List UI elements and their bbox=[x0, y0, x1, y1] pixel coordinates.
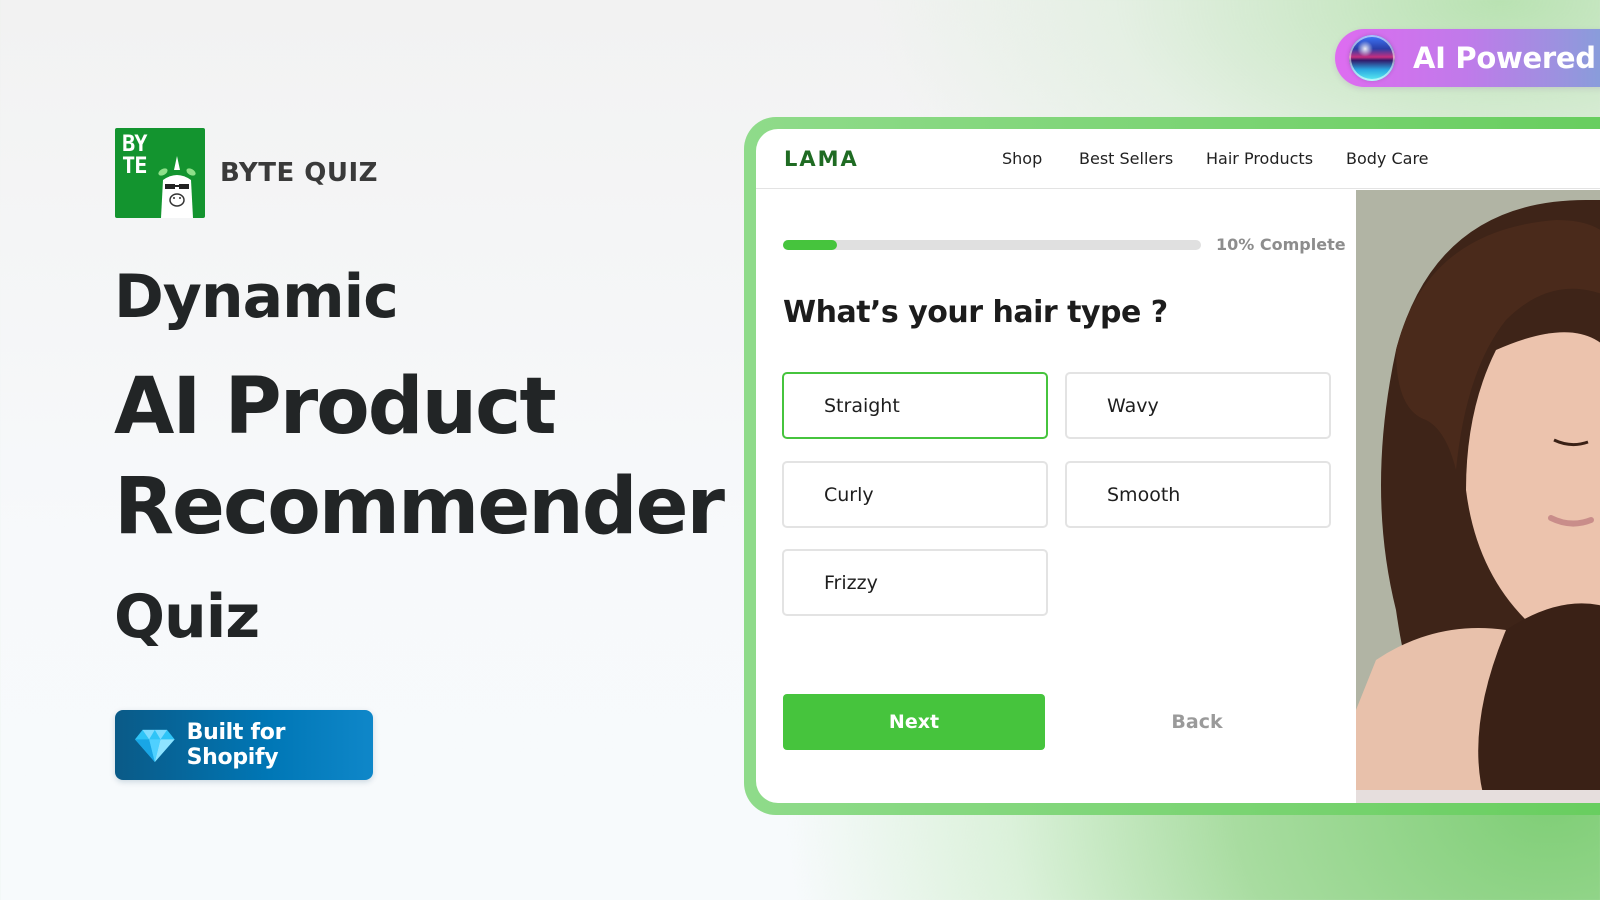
quiz-panel: 10% Complete What’s your hair type ? Str… bbox=[756, 190, 1356, 803]
llama-icon bbox=[158, 156, 196, 218]
woman-hair-illustration bbox=[1356, 200, 1600, 803]
store-logo[interactable]: LAMA bbox=[784, 147, 859, 171]
option-label: Frizzy bbox=[824, 571, 878, 594]
option-wavy[interactable]: Wavy bbox=[1065, 372, 1331, 439]
orb-icon bbox=[1349, 35, 1395, 81]
option-label: Smooth bbox=[1107, 483, 1181, 506]
ai-powered-badge: AI Powered bbox=[1335, 29, 1600, 87]
next-button[interactable]: Next bbox=[783, 694, 1045, 750]
option-straight[interactable]: Straight bbox=[782, 372, 1048, 439]
byte-mark: BY TE bbox=[122, 132, 147, 179]
store-mockup: LAMA Shop Best Sellers Hair Products Bod… bbox=[756, 129, 1600, 803]
option-label: Curly bbox=[824, 483, 874, 506]
nav-link-hair-products[interactable]: Hair Products bbox=[1206, 149, 1313, 168]
nav-link-body-care[interactable]: Body Care bbox=[1346, 149, 1429, 168]
brand: BY TE BYTE QUIZ bbox=[115, 128, 378, 218]
option-frizzy[interactable]: Frizzy bbox=[782, 549, 1048, 616]
nav-link-best-sellers[interactable]: Best Sellers bbox=[1079, 149, 1173, 168]
built-for-shopify-label: Built for Shopify bbox=[186, 720, 286, 770]
nav-link-shop[interactable]: Shop bbox=[1002, 149, 1042, 168]
ai-powered-label: AI Powered bbox=[1413, 41, 1596, 75]
progress-fill bbox=[783, 240, 838, 250]
hero-line-recommender: Recommender bbox=[114, 462, 725, 552]
hero-line-ai-product: AI Product bbox=[114, 362, 557, 452]
option-curly[interactable]: Curly bbox=[782, 461, 1048, 528]
byte-quiz-logo: BY TE bbox=[115, 128, 205, 218]
brand-name: BYTE QUIZ bbox=[220, 158, 379, 188]
built-for-shopify-badge[interactable]: Built for Shopify bbox=[115, 710, 373, 780]
progress-bar bbox=[783, 240, 1201, 250]
hero-line-quiz: Quiz bbox=[114, 582, 260, 652]
model-photo bbox=[1356, 190, 1600, 803]
option-smooth[interactable]: Smooth bbox=[1065, 461, 1331, 528]
progress-label: 10% Complete bbox=[1216, 235, 1346, 254]
store-mockup-frame: LAMA Shop Best Sellers Hair Products Bod… bbox=[744, 117, 1600, 815]
hero-line-dynamic: Dynamic bbox=[114, 262, 399, 332]
back-button[interactable]: Back bbox=[1066, 694, 1328, 750]
quiz-question: What’s your hair type ? bbox=[783, 295, 1168, 330]
option-label: Wavy bbox=[1107, 394, 1159, 417]
diamond-icon bbox=[135, 729, 175, 762]
option-label: Straight bbox=[824, 394, 900, 417]
store-navbar: LAMA Shop Best Sellers Hair Products Bod… bbox=[756, 129, 1600, 189]
